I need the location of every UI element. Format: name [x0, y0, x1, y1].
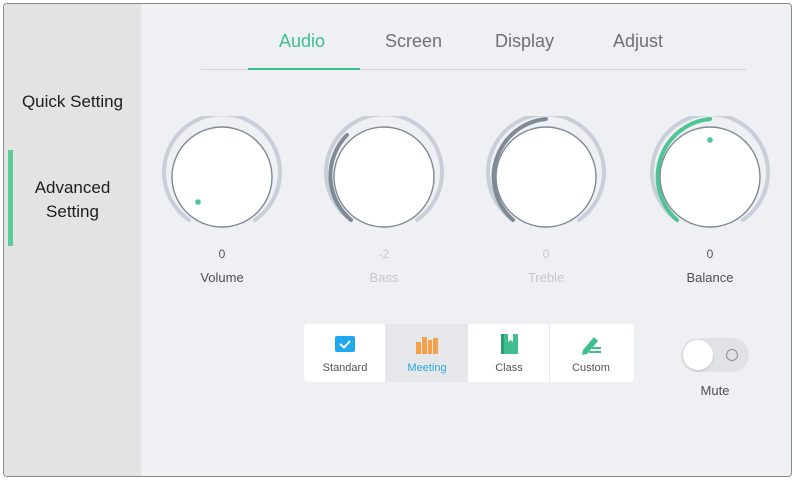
edit-icon	[582, 337, 601, 355]
checkbox-icon	[335, 336, 355, 352]
mode-meeting-label: Meeting	[407, 362, 447, 374]
mode-class-label: Class	[495, 362, 523, 374]
sound-mode-selector: Standard Meeting Class Custom	[304, 324, 634, 382]
settings-window: Quick Setting Advanced Setting Audio Scr…	[3, 3, 792, 477]
tab-screen[interactable]: Screen	[385, 31, 442, 52]
volume-knob[interactable]	[161, 116, 283, 238]
sidebar-item-quick-setting[interactable]: Quick Setting	[4, 90, 141, 114]
mode-class-button[interactable]: Class	[468, 324, 550, 382]
balance-knob[interactable]	[649, 116, 771, 238]
tab-active-underline	[248, 68, 360, 70]
tab-audio[interactable]: Audio	[279, 31, 325, 52]
tab-bar: Audio Screen Display Adjust	[201, 28, 746, 70]
volume-value: 0	[218, 247, 226, 261]
toggle-off-icon	[726, 349, 738, 361]
mode-custom-button[interactable]: Custom	[550, 324, 632, 382]
sidebar-item-advanced-setting[interactable]: Advanced Setting	[4, 176, 141, 224]
treble-value: 0	[542, 247, 550, 261]
mode-standard-label: Standard	[322, 362, 368, 374]
sidebar: Quick Setting Advanced Setting	[4, 4, 141, 476]
balance-value: 0	[706, 247, 714, 261]
mute-label: Mute	[700, 383, 730, 398]
balance-label: Balance	[686, 270, 734, 285]
bar-chart-icon	[416, 337, 438, 354]
bass-knob[interactable]	[323, 116, 445, 238]
book-icon	[501, 334, 518, 354]
volume-label: Volume	[200, 270, 244, 285]
treble-knob[interactable]	[485, 116, 607, 238]
bass-value: -2	[378, 247, 390, 261]
treble-label: Treble	[527, 270, 565, 285]
bass-label: Bass	[369, 270, 399, 285]
mute-toggle[interactable]	[681, 338, 749, 372]
tab-display[interactable]: Display	[495, 31, 554, 52]
mode-custom-label: Custom	[572, 362, 610, 374]
toggle-knob	[683, 340, 713, 370]
mode-meeting-button[interactable]: Meeting	[386, 324, 468, 382]
mode-standard-button[interactable]: Standard	[304, 324, 386, 382]
tab-adjust[interactable]: Adjust	[613, 31, 663, 52]
